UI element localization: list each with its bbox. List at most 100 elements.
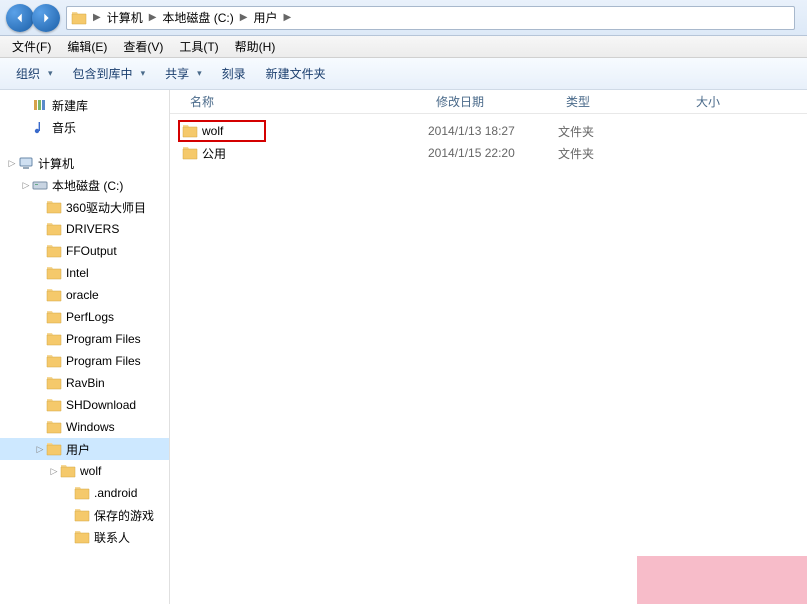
tree-item[interactable]: Program Files [0, 328, 169, 350]
tree-item-label: SHDownload [66, 398, 136, 412]
tree-item-label: 音乐 [52, 119, 76, 136]
folder-icon [74, 485, 90, 501]
file-row[interactable]: 公用2014/1/15 22:20文件夹 [170, 142, 807, 164]
folder-icon [46, 309, 62, 325]
tree-item-label: 用户 [66, 441, 90, 458]
folder-icon [46, 199, 62, 215]
burn-button[interactable]: 刻录 [214, 61, 254, 86]
menu-tools[interactable]: 工具(T) [171, 36, 226, 57]
column-size[interactable]: 大小 [688, 90, 768, 113]
tree-item[interactable]: ▷ 本地磁盘 (C:) [0, 174, 169, 196]
expander-icon[interactable]: ▷ [34, 444, 46, 455]
tree-item-label: PerfLogs [66, 310, 114, 324]
tree-item-label: Program Files [66, 354, 141, 368]
folder-icon [46, 331, 62, 347]
menu-edit[interactable]: 编辑(E) [59, 36, 115, 57]
watermark-block [637, 556, 807, 604]
share-button[interactable]: 共享 [157, 61, 210, 86]
menu-view[interactable]: 查看(V) [115, 36, 171, 57]
tree-item[interactable]: ▷ 用户 [0, 438, 169, 460]
tree-item[interactable]: 保存的游戏 [0, 504, 169, 526]
tree-item[interactable]: PerfLogs [0, 306, 169, 328]
column-name[interactable]: 名称 [170, 90, 428, 113]
file-row[interactable]: wolf2014/1/13 18:27文件夹 [170, 120, 807, 142]
menu-help[interactable]: 帮助(H) [227, 36, 284, 57]
column-headers: 名称 修改日期 类型 大小 [170, 90, 807, 114]
command-bar: 组织 包含到库中 共享 刻录 新建文件夹 [0, 58, 807, 90]
computer-icon [18, 155, 34, 171]
folder-icon [46, 353, 62, 369]
chevron-right-icon[interactable]: ▶ [91, 12, 103, 23]
breadcrumb-drive-c[interactable]: 本地磁盘 (C:) [158, 7, 237, 29]
file-date: 2014/1/15 22:20 [428, 146, 558, 160]
tree-item[interactable]: 联系人 [0, 526, 169, 548]
tree-item[interactable]: 新建库 [0, 94, 169, 116]
tree-item[interactable]: Program Files [0, 350, 169, 372]
folder-icon [71, 10, 87, 26]
navigation-pane[interactable]: 新建库音乐 ▷ 计算机 ▷ 本地磁盘 (C:) 360驱动大师目 DRIVERS FFOutp… [0, 90, 170, 604]
new-folder-button[interactable]: 新建文件夹 [258, 61, 334, 86]
drive-icon [32, 177, 48, 193]
back-button[interactable] [6, 4, 34, 32]
chevron-right-icon[interactable]: ▶ [281, 12, 293, 23]
menu-file[interactable]: 文件(F) [4, 36, 59, 57]
tree-item-label: 计算机 [38, 155, 74, 172]
breadcrumb-computer[interactable]: 计算机 [103, 7, 147, 29]
expander-icon[interactable]: ▷ [48, 466, 60, 477]
tree-item-label: 保存的游戏 [94, 507, 154, 524]
titlebar-nav: ▶ 计算机 ▶ 本地磁盘 (C:) ▶ 用户 ▶ [0, 0, 807, 36]
file-type: 文件夹 [558, 123, 688, 140]
tree-item[interactable]: Intel [0, 262, 169, 284]
folder-icon [46, 419, 62, 435]
folder-icon [46, 221, 62, 237]
folder-lock-icon [60, 463, 76, 479]
folder-icon [46, 375, 62, 391]
tree-item-label: 联系人 [94, 529, 130, 546]
tree-item[interactable]: FFOutput [0, 240, 169, 262]
tree-item-label: wolf [80, 464, 101, 478]
tree-item-label: 本地磁盘 (C:) [52, 177, 123, 194]
chevron-right-icon[interactable]: ▶ [238, 12, 250, 23]
tree-item[interactable]: .android [0, 482, 169, 504]
music-icon [32, 119, 48, 135]
tree-item[interactable]: SHDownload [0, 394, 169, 416]
tree-item[interactable]: ▷ wolf [0, 460, 169, 482]
file-name: wolf [202, 124, 223, 138]
tree-item-label: Windows [66, 420, 115, 434]
chevron-right-icon[interactable]: ▶ [147, 12, 159, 23]
expander-icon[interactable]: ▷ [20, 180, 32, 191]
breadcrumb-users[interactable]: 用户 [249, 7, 281, 29]
tree-item[interactable]: RavBin [0, 372, 169, 394]
tree-item-label: Intel [66, 266, 89, 280]
organize-button[interactable]: 组织 [8, 61, 61, 86]
tree-item[interactable]: Windows [0, 416, 169, 438]
folder-icon [46, 441, 62, 457]
folder-icon [46, 287, 62, 303]
tree-item[interactable]: ▷ 计算机 [0, 152, 169, 174]
expander-icon[interactable]: ▷ [6, 158, 18, 169]
folder-icon [46, 265, 62, 281]
file-type: 文件夹 [558, 145, 688, 162]
folder-icon [182, 123, 198, 139]
include-library-button[interactable]: 包含到库中 [65, 61, 154, 86]
folder-icon [46, 243, 62, 259]
tree-item[interactable]: DRIVERS [0, 218, 169, 240]
address-bar[interactable]: ▶ 计算机 ▶ 本地磁盘 (C:) ▶ 用户 ▶ [66, 6, 795, 30]
column-date[interactable]: 修改日期 [428, 90, 558, 113]
tree-item[interactable]: oracle [0, 284, 169, 306]
tree-item-label: 360驱动大师目 [66, 199, 146, 216]
tree-item-label: 新建库 [52, 97, 88, 114]
tree-item[interactable]: 360驱动大师目 [0, 196, 169, 218]
folder-icon [182, 145, 198, 161]
menu-bar: 文件(F) 编辑(E) 查看(V) 工具(T) 帮助(H) [0, 36, 807, 58]
column-type[interactable]: 类型 [558, 90, 688, 113]
tree-item-label: oracle [66, 288, 99, 302]
forward-button[interactable] [32, 4, 60, 32]
lib-icon [32, 97, 48, 113]
folder-game-icon [74, 507, 90, 523]
tree-item-label: .android [94, 486, 137, 500]
tree-item[interactable]: 音乐 [0, 116, 169, 138]
folder-contact-icon [74, 529, 90, 545]
tree-item-label: FFOutput [66, 244, 117, 258]
tree-item-label: Program Files [66, 332, 141, 346]
